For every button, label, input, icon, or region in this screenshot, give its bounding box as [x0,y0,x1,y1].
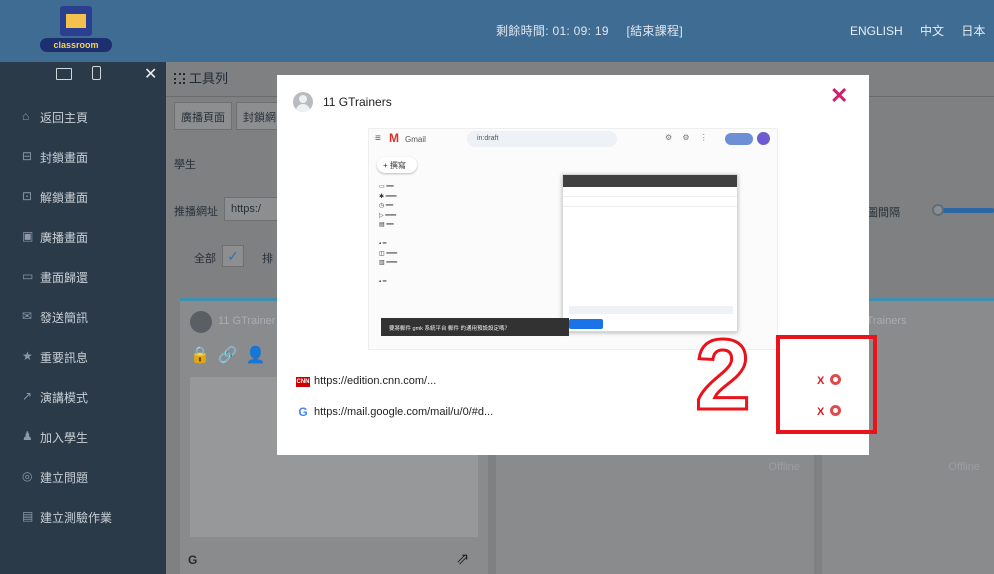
remaining-time: 剩餘時間: 01: 09: 19 [496,24,609,38]
gmail-draft-subject [563,197,737,207]
gmail-header: ≡ M Gmail in:draft ⚙ ⚙ ⋮ [369,129,777,151]
tab-block-sites[interactable]: 封鎖網 [236,102,283,130]
top-bar: classroom 剩餘時間: 01: 09: 19 [結束課程] ENGLIS… [0,0,994,62]
tablet-view-icon[interactable] [92,66,101,80]
lang-english[interactable]: ENGLISH [850,24,903,38]
logo-text: classroom [40,38,112,52]
sidebar-item-label: 演講模式 [40,391,89,405]
sidebar-item-label: 發送簡訊 [40,311,89,325]
gmail-send-button [569,319,603,329]
close-sidebar-icon[interactable]: ✕ [144,64,157,84]
sidebar-item-label: 加入學生 [40,431,89,445]
quiz-icon: ▤ [22,509,34,523]
cnn-favicon-icon: CNN [296,377,310,387]
student-label: 學生 [174,159,196,171]
all-label: 全部 [194,253,216,265]
sidebar-item-create-quiz[interactable]: ▤ 建立測驗作業 [0,496,166,536]
card-actions: 🔒🔗👤 [190,347,274,364]
end-class-link[interactable]: [結束課程] [627,24,683,38]
unlock-icon: ⊡ [22,189,33,203]
home-icon: ⌂ [22,109,30,123]
google-favicon-icon: G [298,405,308,419]
sidebar-item-label: 封鎖畫面 [40,151,89,165]
grid-icon [174,73,185,84]
language-switcher: ENGLISH 中文 日本 [850,22,994,39]
sidebar-item-label: 解鎖畫面 [40,191,89,205]
toolbar-title-text: 工具列 [189,71,229,86]
toolbar-heading: 工具列 [174,68,228,87]
sidebar-item-unlock-screen[interactable]: ⊡ 解鎖畫面 [0,176,166,216]
tab-url[interactable]: https://mail.google.com/mail/u/0/#d... [314,406,493,418]
sidebar-item-label: 重要訊息 [40,351,89,365]
sidebar-item-label: 廣播畫面 [40,231,89,245]
gmail-app-name: Gmail [405,135,426,144]
sidebar-item-create-question[interactable]: ◎ 建立問題 [0,456,166,496]
star-icon: ★ [22,349,33,363]
hamburger-menu-icon: ≡ [375,133,381,144]
tab-broadcast-page[interactable]: 廣播頁面 [174,102,232,130]
annotation-highlight-box [776,335,877,434]
sidebar-item-lock-screen[interactable]: ⊟ 封鎖畫面 [0,136,166,176]
gmail-compose-label: 撰寫 [389,161,406,170]
sidebar-item-label: 畫面歸還 [40,271,89,285]
sidebar-header: ✕ [0,62,166,92]
open-tab-row: CNN https://edition.cnn.com/... X [296,374,856,394]
open-tab-row: G https://mail.google.com/mail/u/0/#d...… [296,405,856,425]
sidebar-item-label: 建立測驗作業 [40,511,113,525]
gmail-avatar [757,132,770,145]
interval-slider-track[interactable] [936,208,994,213]
lock-icon: ⊟ [22,149,33,163]
close-modal-button[interactable]: ✕ [830,83,848,109]
broadcast-icon: ▣ [22,229,34,243]
monitor-icon: ▭ [22,269,34,283]
add-student-icon: ♟ [22,429,33,443]
external-link-icon[interactable]: ⇗ [456,549,469,569]
sidebar-item-send-message[interactable]: ✉ 發送簡訊 [0,296,166,336]
google-favicon: G [188,553,198,567]
lang-chinese[interactable]: 中文 [920,24,944,38]
sidebar-item-label: 建立問題 [40,471,89,485]
sidebar-item-return-screen[interactable]: ▭ 畫面歸還 [0,256,166,296]
offline-status: Offline [768,461,800,473]
sort-label: 排 [262,253,273,265]
sidebar: ✕ ⌂ 返回主頁 ⊟ 封鎖畫面 ⊡ 解鎖畫面 ▣ 廣播畫面 ▭ 畫面歸還 ✉ 發… [0,62,166,574]
app-logo[interactable]: classroom [40,6,112,56]
gmail-toast: 要將郵件 gmk 系統平台 郵件 的通用預設設定嗎？ [381,318,569,336]
gmail-logo-icon: M [389,131,399,145]
sidebar-item-label: 返回主頁 [40,111,89,125]
sidebar-item-home[interactable]: ⌂ 返回主頁 [0,96,166,136]
gmail-header-icons: ⚙ ⚙ ⋮ [665,133,712,142]
gmail-compose: + 撰寫 [377,157,417,173]
gmail-attachment [569,306,733,314]
url-label: 推播網址 [174,206,218,218]
sidebar-item-broadcast[interactable]: ▣ 廣播畫面 [0,216,166,256]
gmail-draft-to [563,187,737,197]
avatar [293,92,313,112]
student-name: 11 GTrainer [218,315,276,327]
sidebar-item-add-student[interactable]: ♟ 加入學生 [0,416,166,456]
desktop-view-icon[interactable] [56,68,72,80]
lang-japanese[interactable]: 日本 [961,24,985,38]
presentation-icon: ↗ [22,389,33,403]
sidebar-item-important-message[interactable]: ★ 重要訊息 [0,336,166,376]
gmail-sidebar: ▭ ━━ ✱ ━━━ ◷ ━━ ▷ ━━━ ▤ ━━ ▪ ━ ◫ ━━━ ▥ ━━━ ▪ ━ [379,184,398,285]
offline-status: Offline [948,461,980,473]
screen-preview[interactable]: ≡ M Gmail in:draft ⚙ ⚙ ⋮ + 撰寫 ▭ ━━ ✱ ━━━ ◷… [368,128,778,350]
gmail-draft-header [563,175,737,187]
sidebar-item-presentation-mode[interactable]: ↗ 演講模式 [0,376,166,416]
push-url-input[interactable]: https:/ [224,197,282,221]
interval-slider-handle[interactable] [932,204,944,216]
annotation-number: 2 [694,319,753,431]
message-icon: ✉ [22,309,33,323]
session-timer: 剩餘時間: 01: 09: 19 [結束課程] [496,22,697,39]
tab-url[interactable]: https://edition.cnn.com/... [314,375,436,387]
gmail-account-pill [725,133,753,145]
modal-student-name: 11 GTrainers [323,95,392,109]
select-all-checkbox[interactable]: ✓ [222,245,244,267]
gmail-search: in:draft [467,131,617,147]
poll-icon: ◎ [22,469,33,483]
avatar [190,311,212,333]
gmail-draft-window [562,174,738,332]
logo-house-icon [60,6,92,36]
